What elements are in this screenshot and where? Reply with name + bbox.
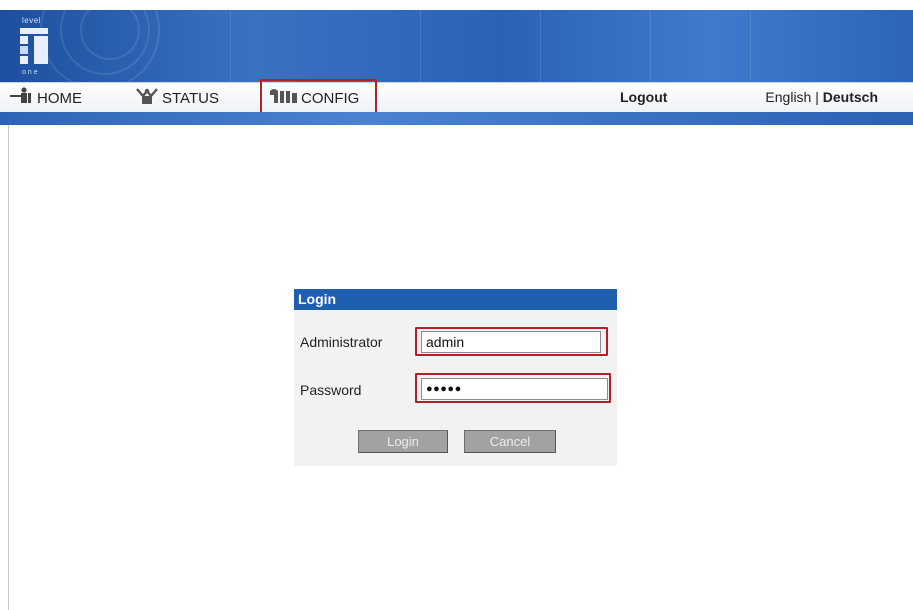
- nav-home[interactable]: HOME: [10, 87, 82, 109]
- lang-deutsch-link[interactable]: Deutsch: [823, 89, 878, 105]
- status-icon: [135, 87, 159, 109]
- logo-mark-icon: [20, 28, 48, 64]
- password-highlight-box: [415, 373, 611, 403]
- page: level one HOME STATUS CONFIG Logout Engl…: [0, 0, 913, 610]
- banner-panel: [230, 10, 320, 82]
- lang-separator: |: [815, 89, 819, 105]
- administrator-highlight-box: [415, 327, 608, 356]
- banner-panel: [540, 10, 650, 82]
- banner-panel: [750, 10, 913, 82]
- nav-home-label: HOME: [37, 89, 82, 107]
- nav-status-label: STATUS: [162, 89, 219, 107]
- administrator-label: Administrator: [300, 334, 383, 350]
- login-title: Login: [294, 289, 617, 310]
- cancel-button[interactable]: Cancel: [464, 430, 556, 453]
- logo-text-bottom: one: [22, 69, 40, 76]
- logout-link[interactable]: Logout: [620, 89, 667, 105]
- nav-bar: HOME STATUS CONFIG Logout English | Deut…: [0, 82, 913, 112]
- banner-panel: [650, 10, 750, 82]
- banner-panel: [420, 10, 540, 82]
- left-border-line: [8, 125, 9, 610]
- login-button[interactable]: Login: [358, 430, 448, 453]
- password-label: Password: [300, 382, 362, 398]
- nav-underline-bar: [0, 112, 913, 125]
- home-icon: [10, 87, 34, 109]
- header-banner: level one: [0, 10, 913, 82]
- logo-text-top: level: [22, 16, 41, 25]
- levelone-logo: level one: [18, 16, 56, 80]
- nav-status[interactable]: STATUS: [135, 87, 219, 109]
- lang-english-link[interactable]: English: [765, 89, 811, 105]
- language-switch: English | Deutsch: [765, 89, 878, 105]
